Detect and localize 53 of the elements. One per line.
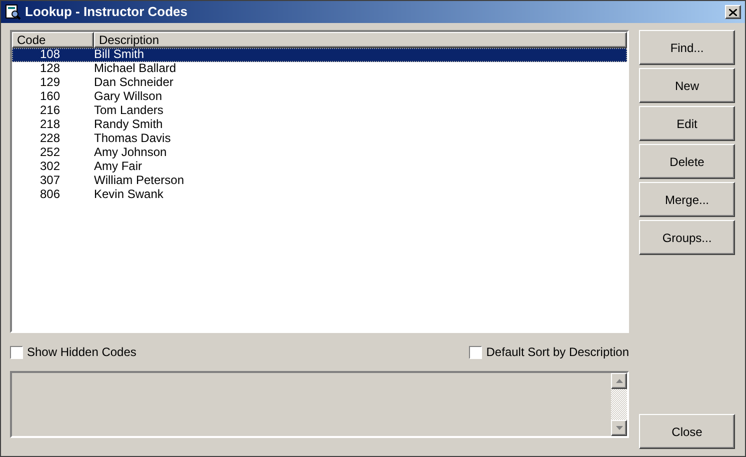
code-cell-text: 252 bbox=[38, 146, 61, 160]
code-cell-text: 307 bbox=[38, 174, 61, 188]
app-icon bbox=[5, 4, 21, 20]
code-cell-text: 228 bbox=[38, 132, 61, 146]
action-button[interactable]: Delete bbox=[639, 144, 735, 179]
code-cell-text: 160 bbox=[38, 90, 61, 104]
code-cell-text: 302 bbox=[38, 160, 61, 174]
scrollbar[interactable] bbox=[611, 373, 627, 436]
list-row[interactable]: 302 Amy Fair bbox=[12, 160, 627, 174]
list-row[interactable]: 128 Michael Ballard bbox=[12, 62, 627, 76]
list-row[interactable]: 806 Kevin Swank bbox=[12, 188, 627, 202]
checkbox[interactable] bbox=[469, 346, 482, 358]
close-button[interactable]: Close bbox=[639, 414, 735, 449]
list-row[interactable]: 228 Thomas Davis bbox=[12, 132, 627, 146]
code-cell-text: 108 bbox=[38, 48, 61, 62]
description-cell: Michael Ballard bbox=[94, 62, 176, 76]
scroll-up-icon[interactable] bbox=[611, 373, 627, 389]
notes-area[interactable] bbox=[10, 371, 629, 438]
description-cell: Bill Smith bbox=[94, 48, 144, 62]
window-title: Lookup - Instructor Codes bbox=[25, 3, 188, 22]
list-row[interactable]: 252 Amy Johnson bbox=[12, 146, 627, 160]
code-cell-text: 806 bbox=[38, 188, 61, 202]
description-cell: Kevin Swank bbox=[94, 188, 164, 202]
description-cell: Thomas Davis bbox=[94, 132, 171, 146]
action-button[interactable]: Groups... bbox=[639, 220, 735, 255]
description-cell: Dan Schneider bbox=[94, 76, 174, 90]
checkbox-label: Show Hidden Codes bbox=[27, 344, 136, 361]
list-row[interactable]: 216 Tom Landers bbox=[12, 104, 627, 118]
column-header[interactable]: Description bbox=[94, 32, 627, 48]
description-cell: Amy Fair bbox=[94, 160, 142, 174]
action-button[interactable]: New bbox=[639, 68, 735, 103]
action-button[interactable]: Edit bbox=[639, 106, 735, 141]
description-cell: William Peterson bbox=[94, 174, 184, 188]
code-cell-text: 218 bbox=[38, 118, 61, 132]
column-header[interactable]: Code bbox=[12, 32, 94, 48]
close-icon[interactable] bbox=[725, 5, 741, 19]
list-row[interactable]: 307 William Peterson bbox=[12, 174, 627, 188]
description-cell: Tom Landers bbox=[94, 104, 164, 118]
action-button[interactable]: Find... bbox=[639, 30, 735, 65]
checkbox-label: Default Sort by Description bbox=[486, 344, 629, 361]
description-cell: Amy Johnson bbox=[94, 146, 167, 160]
list-row[interactable]: 108 Bill Smith bbox=[12, 48, 627, 62]
description-cell: Randy Smith bbox=[94, 118, 163, 132]
checkbox[interactable] bbox=[10, 346, 23, 358]
list-row[interactable]: 160 Gary Willson bbox=[12, 90, 627, 104]
description-cell: Gary Willson bbox=[94, 90, 162, 104]
code-cell-text: 128 bbox=[38, 62, 61, 76]
action-button[interactable]: Merge... bbox=[639, 182, 735, 217]
scroll-down-icon[interactable] bbox=[611, 420, 627, 436]
list-row[interactable]: 218 Randy Smith bbox=[12, 118, 627, 132]
list-row[interactable]: 129 Dan Schneider bbox=[12, 76, 627, 90]
code-cell-text: 129 bbox=[38, 76, 61, 90]
code-cell-text: 216 bbox=[38, 104, 61, 118]
